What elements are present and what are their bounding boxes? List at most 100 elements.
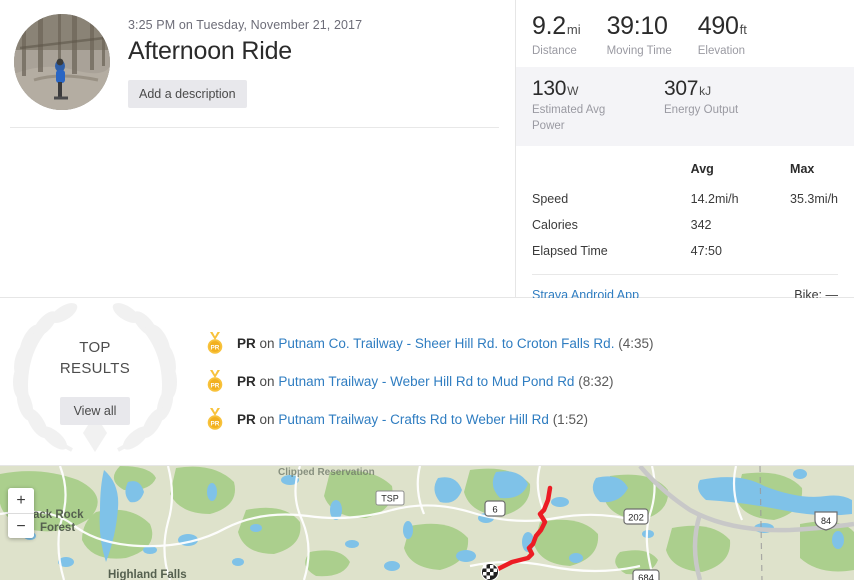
pr-time: (1:52) (552, 411, 588, 427)
top-results-title-line1: TOP (79, 339, 111, 357)
stat-moving-time-label: Moving Time (606, 45, 672, 57)
row-calories-label: Calories (532, 218, 578, 233)
power-stats-row: 130W Estimated Avg Power 307kJ Energy Ou… (516, 67, 854, 147)
svg-text:Highland Falls: Highland Falls (108, 569, 187, 580)
pr-item-text: PR on Putnam Trailway - Weber Hill Rd to… (237, 374, 614, 389)
route-map[interactable]: TSP 6 202 84 684 ack Rock Forest Highlan… (0, 466, 854, 580)
stat-power-label: Estimated Avg Power (532, 104, 606, 132)
svg-text:ack Rock: ack Rock (33, 509, 84, 521)
cyclist-photo-image (14, 14, 110, 110)
table-row: Elapsed Time 47:50 (532, 238, 838, 264)
col-metric (532, 162, 691, 186)
segment-link[interactable]: Putnam Co. Trailway - Sheer Hill Rd. to … (278, 336, 614, 351)
activity-stats-panel: 9.2mi Distance 39:10 Moving Time 490ft E… (516, 0, 854, 302)
list-item: PR PR on Putnam Co. Trailway - Sheer Hil… (204, 324, 854, 362)
row-elapsed-avg: 47:50 (690, 244, 722, 259)
svg-text:TSP: TSP (381, 494, 399, 504)
svg-text:PR: PR (211, 420, 220, 427)
add-description-button[interactable]: Add a description (128, 79, 247, 108)
row-speed-avg: 14.2mi/h (690, 192, 739, 207)
row-elapsed-label: Elapsed Time (532, 244, 608, 259)
stat-energy-output: 307kJ Energy Output (664, 78, 738, 134)
pr-label: PR (237, 411, 256, 427)
stat-distance-unit: mi (566, 22, 581, 37)
route-shield-684: 684 (632, 569, 660, 580)
row-calories-avg: 342 (690, 218, 712, 233)
svg-text:PR: PR (211, 344, 220, 351)
stat-elevation-unit: ft (739, 22, 747, 37)
pr-time: (8:32) (578, 373, 614, 389)
svg-text:684: 684 (638, 573, 654, 580)
table-header-row: Avg Max (532, 162, 838, 186)
stat-elevation-label: Elevation (697, 45, 746, 57)
map-canvas: TSP 6 202 84 684 ack Rock Forest Highlan… (0, 466, 854, 580)
list-item: PR PR on Putnam Trailway - Weber Hill Rd… (204, 362, 854, 400)
pr-on-word: on (259, 373, 275, 389)
pr-medal-icon: PR (207, 408, 223, 430)
pr-item-text: PR on Putnam Trailway - Crafts Rd to Web… (237, 412, 588, 427)
top-results-badge: TOP RESULTS View all (0, 298, 190, 465)
svg-text:84: 84 (821, 516, 831, 526)
map-zoom-controls[interactable]: + − (8, 488, 34, 538)
strava-activity-page: 3:25 PM on Tuesday, November 21, 2017 Af… (0, 0, 854, 580)
stat-distance-label: Distance (532, 45, 577, 57)
stat-distance: 9.2mi Distance (532, 12, 581, 58)
stat-energy-unit: kJ (699, 84, 712, 98)
pr-medal-icon: PR (207, 370, 223, 392)
stat-moving-time: 39:10 Moving Time (606, 12, 672, 58)
activity-date: 3:25 PM on Tuesday, November 21, 2017 (128, 18, 363, 32)
row-calories-max (790, 212, 838, 238)
top-results-title: TOP RESULTS (60, 338, 131, 379)
activity-detail-column: 3:25 PM on Tuesday, November 21, 2017 Af… (0, 0, 516, 297)
stat-power-value: 130 (532, 77, 567, 100)
svg-text:Forest: Forest (40, 522, 75, 534)
pr-achievement-list: PR PR on Putnam Co. Trailway - Sheer Hil… (190, 298, 854, 465)
activity-header-text: 3:25 PM on Tuesday, November 21, 2017 Af… (128, 14, 362, 110)
svg-text:6: 6 (492, 505, 497, 516)
stat-elevation: 490ft Elevation (697, 12, 747, 58)
table-row: Speed 14.2mi/h 35.3mi/h (532, 186, 838, 212)
segment-link[interactable]: Putnam Trailway - Weber Hill Rd to Mud P… (278, 374, 574, 389)
row-speed-label: Speed (532, 192, 569, 207)
pr-time: (4:35) (618, 335, 654, 351)
svg-text:202: 202 (628, 513, 644, 524)
activity-photo[interactable] (14, 14, 110, 110)
stat-energy-label: Energy Output (664, 104, 739, 116)
top-results-content: TOP RESULTS View all (59, 338, 131, 425)
pr-label: PR (237, 335, 256, 351)
pr-item-text: PR on Putnam Co. Trailway - Sheer Hill R… (237, 336, 654, 351)
stat-distance-value: 9.2 (532, 12, 566, 40)
detail-stats-table: Avg Max Speed 14.2mi/h 35.3mi/h Calories… (532, 162, 838, 264)
col-avg: Avg (690, 162, 714, 177)
top-results-section: TOP RESULTS View all PR PR on Putnam Co.… (0, 298, 854, 465)
svg-text:Clipped Reservation: Clipped Reservation (278, 467, 375, 478)
pr-medal-icon: PR (207, 332, 223, 354)
row-speed-max: 35.3mi/h (790, 192, 838, 207)
row-elapsed-max (790, 238, 838, 264)
stat-estimated-avg-power: 130W Estimated Avg Power (532, 78, 628, 134)
segment-link[interactable]: Putnam Trailway - Crafts Rd to Weber Hil… (278, 412, 549, 427)
route-shield-tsp: TSP (375, 490, 405, 506)
stat-power-unit: W (567, 84, 579, 98)
stat-elevation-value: 490 (697, 12, 739, 40)
view-all-button[interactable]: View all (59, 396, 131, 425)
pr-on-word: on (259, 411, 275, 427)
zoom-in-button[interactable]: + (8, 488, 34, 513)
table-row: Calories 342 (532, 212, 838, 238)
activity-header: 3:25 PM on Tuesday, November 21, 2017 Af… (0, 0, 515, 110)
pr-on-word: on (259, 335, 275, 351)
col-max: Max (790, 162, 815, 177)
list-item: PR PR on Putnam Trailway - Crafts Rd to … (204, 400, 854, 438)
svg-text:PR: PR (211, 382, 220, 389)
stat-moving-time-value: 39:10 (606, 12, 668, 40)
primary-stats-row: 9.2mi Distance 39:10 Moving Time 490ft E… (516, 0, 854, 67)
stat-energy-value: 307 (664, 77, 699, 100)
route-shield-202: 202 (623, 508, 649, 525)
zoom-out-button[interactable]: − (8, 513, 34, 538)
header-divider (10, 127, 499, 128)
pr-label: PR (237, 373, 256, 389)
activity-summary-area: 3:25 PM on Tuesday, November 21, 2017 Af… (0, 0, 854, 302)
top-results-title-line2: RESULTS (59, 359, 131, 377)
activity-title: Afternoon Ride (128, 37, 292, 65)
route-shield-6: 6 (484, 500, 506, 517)
